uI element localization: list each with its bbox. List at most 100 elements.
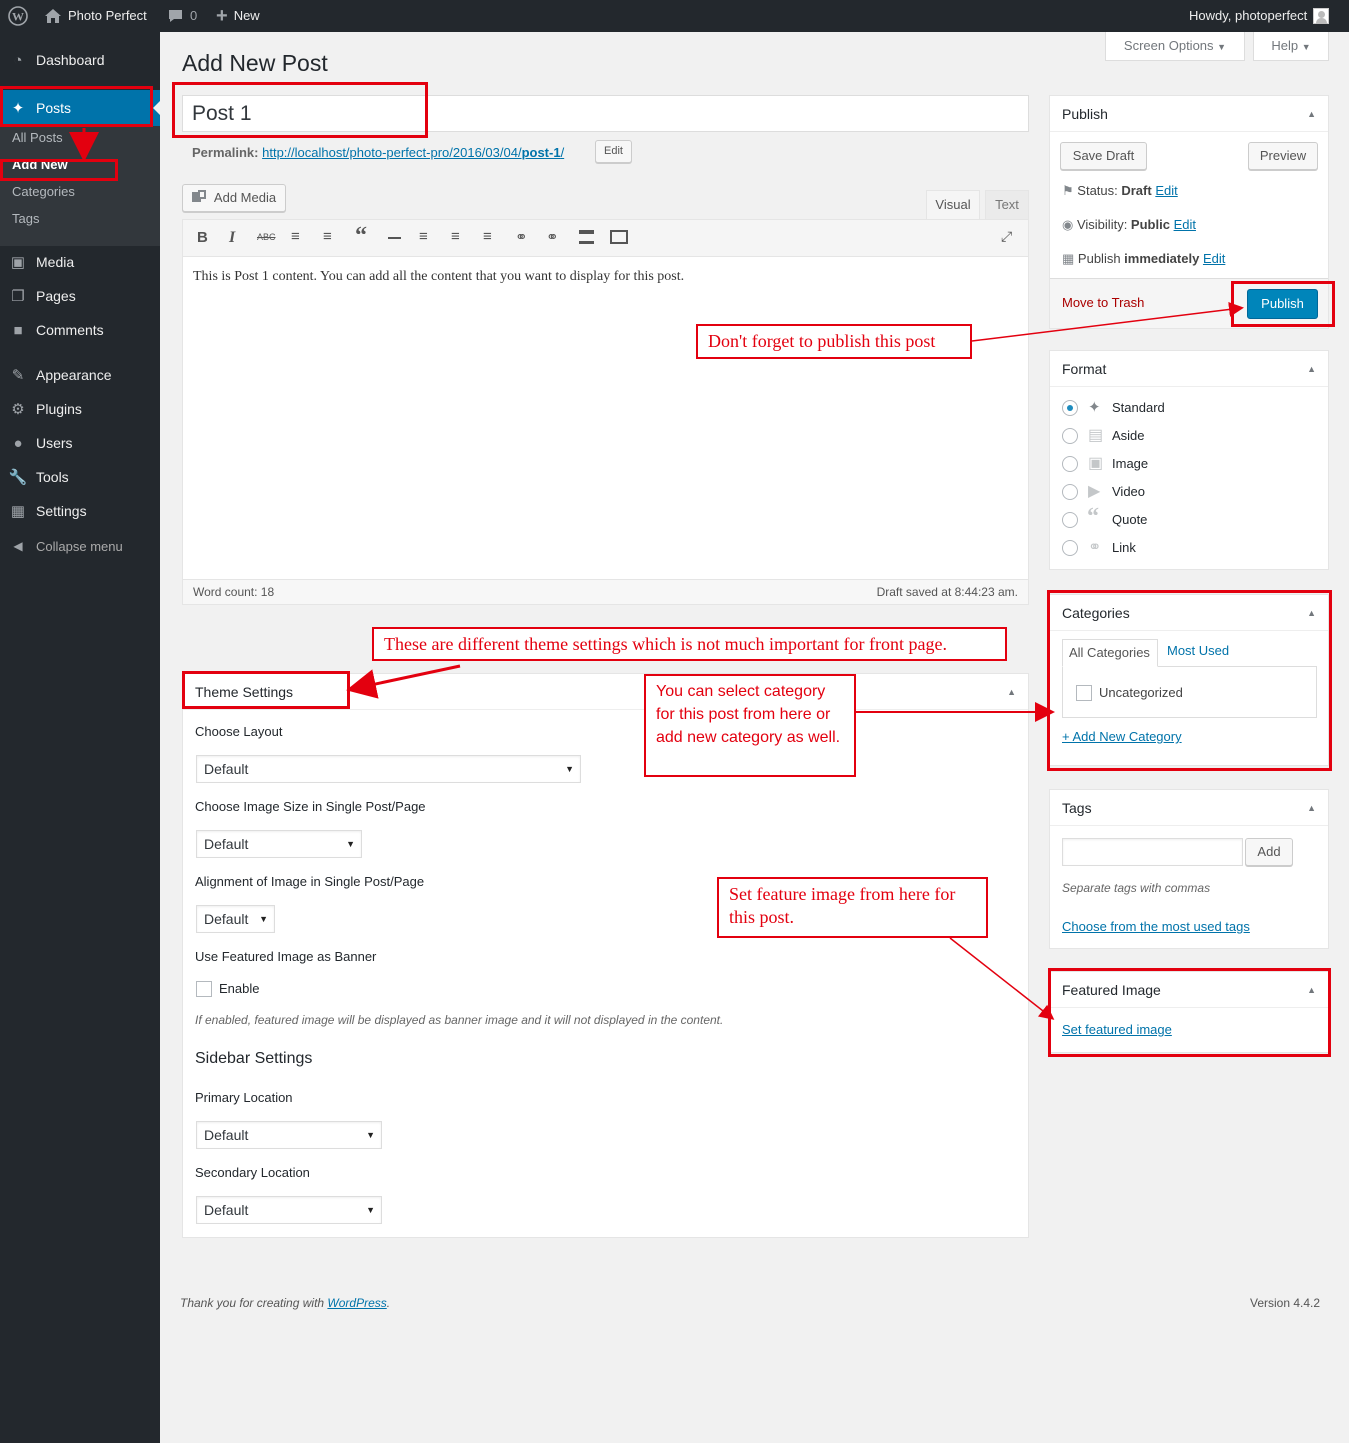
secondary-location-select[interactable]: Default ▼ [196, 1196, 382, 1224]
fullscreen-icon[interactable]: ⤢ [1001, 228, 1012, 245]
tab-visual[interactable]: Visual [926, 190, 980, 219]
layout-select[interactable]: Default ▼ [196, 755, 581, 783]
publish-header[interactable]: Publish ▲ [1050, 96, 1328, 132]
format-radio-standard[interactable] [1062, 400, 1078, 416]
format-label-video: Video [1112, 484, 1146, 499]
menu-dashboard[interactable]: ◔ Dashboard [0, 43, 160, 77]
menu-label: Users [36, 435, 73, 451]
numbered-list-icon[interactable]: ≡ [323, 228, 332, 245]
format-title: Format [1062, 361, 1107, 377]
save-draft-button[interactable]: Save Draft [1060, 142, 1147, 170]
menu-tools[interactable]: 🔧 Tools [0, 460, 160, 494]
settings-icon: ▦ [10, 503, 26, 520]
align-center-icon[interactable]: ≡ [451, 228, 460, 245]
calendar-icon: ▦ [1062, 251, 1075, 266]
enable-description: If enabled, featured image will be displ… [195, 1013, 724, 1027]
link-icon[interactable]: ⚭ [515, 228, 528, 246]
screen-options-button[interactable]: Screen Options ▼ [1105, 32, 1245, 61]
align-left-icon[interactable]: ≡ [419, 228, 428, 245]
my-account-link[interactable]: Howdy, photoperfect [1189, 0, 1330, 32]
tab-all-categories[interactable]: All Categories [1062, 639, 1158, 667]
image-size-select[interactable]: Default ▼ [196, 830, 362, 858]
dropdown-arrow-icon: ▼ [565, 764, 574, 774]
permalink-edit-button[interactable]: Edit [595, 140, 632, 163]
toolbar-toggle-icon[interactable] [610, 230, 628, 244]
permalink-link[interactable]: http://localhost/photo-perfect-pro/2016/… [262, 145, 564, 160]
menu-comments[interactable]: ■ Comments [0, 313, 160, 347]
dropdown-arrow-icon: ▼ [366, 1130, 375, 1140]
format-radio-quote[interactable] [1062, 512, 1078, 528]
collapse-arrow-icon[interactable]: ▲ [1307, 790, 1316, 826]
chevron-down-icon: ▼ [1301, 42, 1311, 52]
submenu-all-posts[interactable]: All Posts [12, 126, 63, 150]
enable-banner-checkbox[interactable] [196, 981, 212, 997]
quote-icon: “ [1087, 504, 1099, 530]
menu-settings[interactable]: ▦ Settings [0, 494, 160, 528]
move-to-trash-link[interactable]: Move to Trash [1062, 295, 1144, 310]
tags-input[interactable] [1062, 838, 1243, 866]
menu-plugins[interactable]: ⚙ Plugins [0, 392, 160, 426]
alignment-select[interactable]: Default ▼ [196, 905, 275, 933]
italic-icon[interactable]: I [229, 229, 235, 247]
paintbrush-icon: ✎ [11, 367, 25, 384]
wordpress-link[interactable]: WordPress [327, 1296, 386, 1310]
add-tag-button[interactable]: Add [1245, 838, 1293, 866]
format-radio-aside[interactable] [1062, 428, 1078, 444]
format-radio-link[interactable] [1062, 540, 1078, 556]
schedule-edit-link[interactable]: Edit [1203, 251, 1225, 266]
format-label-image: Image [1112, 456, 1149, 471]
add-media-label: Add Media [213, 190, 277, 205]
admin-bar: W Photo Perfect 0 + New Howdy, photoperf… [0, 0, 1349, 32]
format-header[interactable]: Format ▲ [1050, 351, 1328, 387]
read-more-icon[interactable] [579, 230, 594, 244]
highlight-categories [1047, 590, 1332, 771]
menu-pages[interactable]: ❐ Pages [0, 279, 160, 313]
plugin-icon: ⚙ [11, 401, 25, 418]
media-icon: ▣ [10, 254, 26, 271]
comment-icon [169, 10, 182, 22]
submenu-categories[interactable]: Categories [12, 180, 75, 204]
publish-title: Publish [1062, 106, 1108, 122]
format-radio-video[interactable] [1062, 484, 1078, 500]
menu-label: Collapse menu [36, 538, 123, 554]
bold-icon[interactable]: B [197, 229, 208, 246]
comments-link[interactable]: 0 [167, 0, 197, 32]
site-name-link[interactable]: Photo Perfect [44, 0, 147, 32]
add-media-button[interactable]: Add Media [182, 184, 286, 212]
menu-users[interactable]: ● Users [0, 426, 160, 460]
editor-content[interactable]: This is Post 1 content. You can add all … [193, 269, 684, 285]
visibility-edit-link[interactable]: Edit [1174, 217, 1196, 232]
menu-media[interactable]: ▣ Media [0, 245, 160, 279]
unlink-icon[interactable]: ⚭ [546, 228, 559, 246]
chevron-down-icon: ▼ [1217, 42, 1227, 52]
bullet-list-icon[interactable]: ≡ [291, 228, 300, 245]
choose-most-used-tags-link[interactable]: Choose from the most used tags [1062, 919, 1250, 934]
footer-version: Version 4.4.2 [1250, 1296, 1321, 1310]
help-button[interactable]: Help ▼ [1253, 32, 1329, 61]
align-right-icon[interactable]: ≡ [483, 228, 492, 245]
collapse-menu[interactable]: ◀ Collapse menu [0, 529, 160, 563]
tags-header[interactable]: Tags ▲ [1050, 790, 1328, 826]
new-content-link[interactable]: + New [216, 0, 260, 32]
home-icon [45, 9, 61, 23]
preview-button[interactable]: Preview [1248, 142, 1318, 170]
menu-appearance[interactable]: ✎ Appearance [0, 358, 160, 392]
primary-location-select[interactable]: Default ▼ [196, 1121, 382, 1149]
status-edit-link[interactable]: Edit [1155, 183, 1177, 198]
tab-text[interactable]: Text [985, 190, 1029, 219]
help-label: Help [1271, 38, 1299, 53]
submenu-tags[interactable]: Tags [12, 207, 39, 231]
editor-status-bar: Word count: 18 Draft saved at 8:44:23 am… [183, 579, 1028, 604]
format-box: Format ▲ ✦ Standard ▤ Aside ▣ Image ▶ Vi… [1049, 350, 1329, 570]
collapse-arrow-icon[interactable]: ▲ [1007, 674, 1016, 710]
comments-icon: ■ [13, 321, 23, 339]
collapse-arrow-icon[interactable]: ▲ [1307, 351, 1316, 387]
collapse-arrow-icon[interactable]: ▲ [1307, 96, 1316, 132]
horizontal-line-icon[interactable] [388, 237, 401, 239]
wordpress-logo-icon[interactable]: W [8, 0, 28, 32]
format-radio-image[interactable] [1062, 456, 1078, 472]
tags-box: Tags ▲ Add Separate tags with commas Cho… [1049, 789, 1329, 949]
blockquote-icon[interactable]: “ [355, 223, 367, 250]
strikethrough-icon[interactable]: ABC [257, 232, 276, 242]
link-icon: ⚭ [1088, 539, 1102, 556]
